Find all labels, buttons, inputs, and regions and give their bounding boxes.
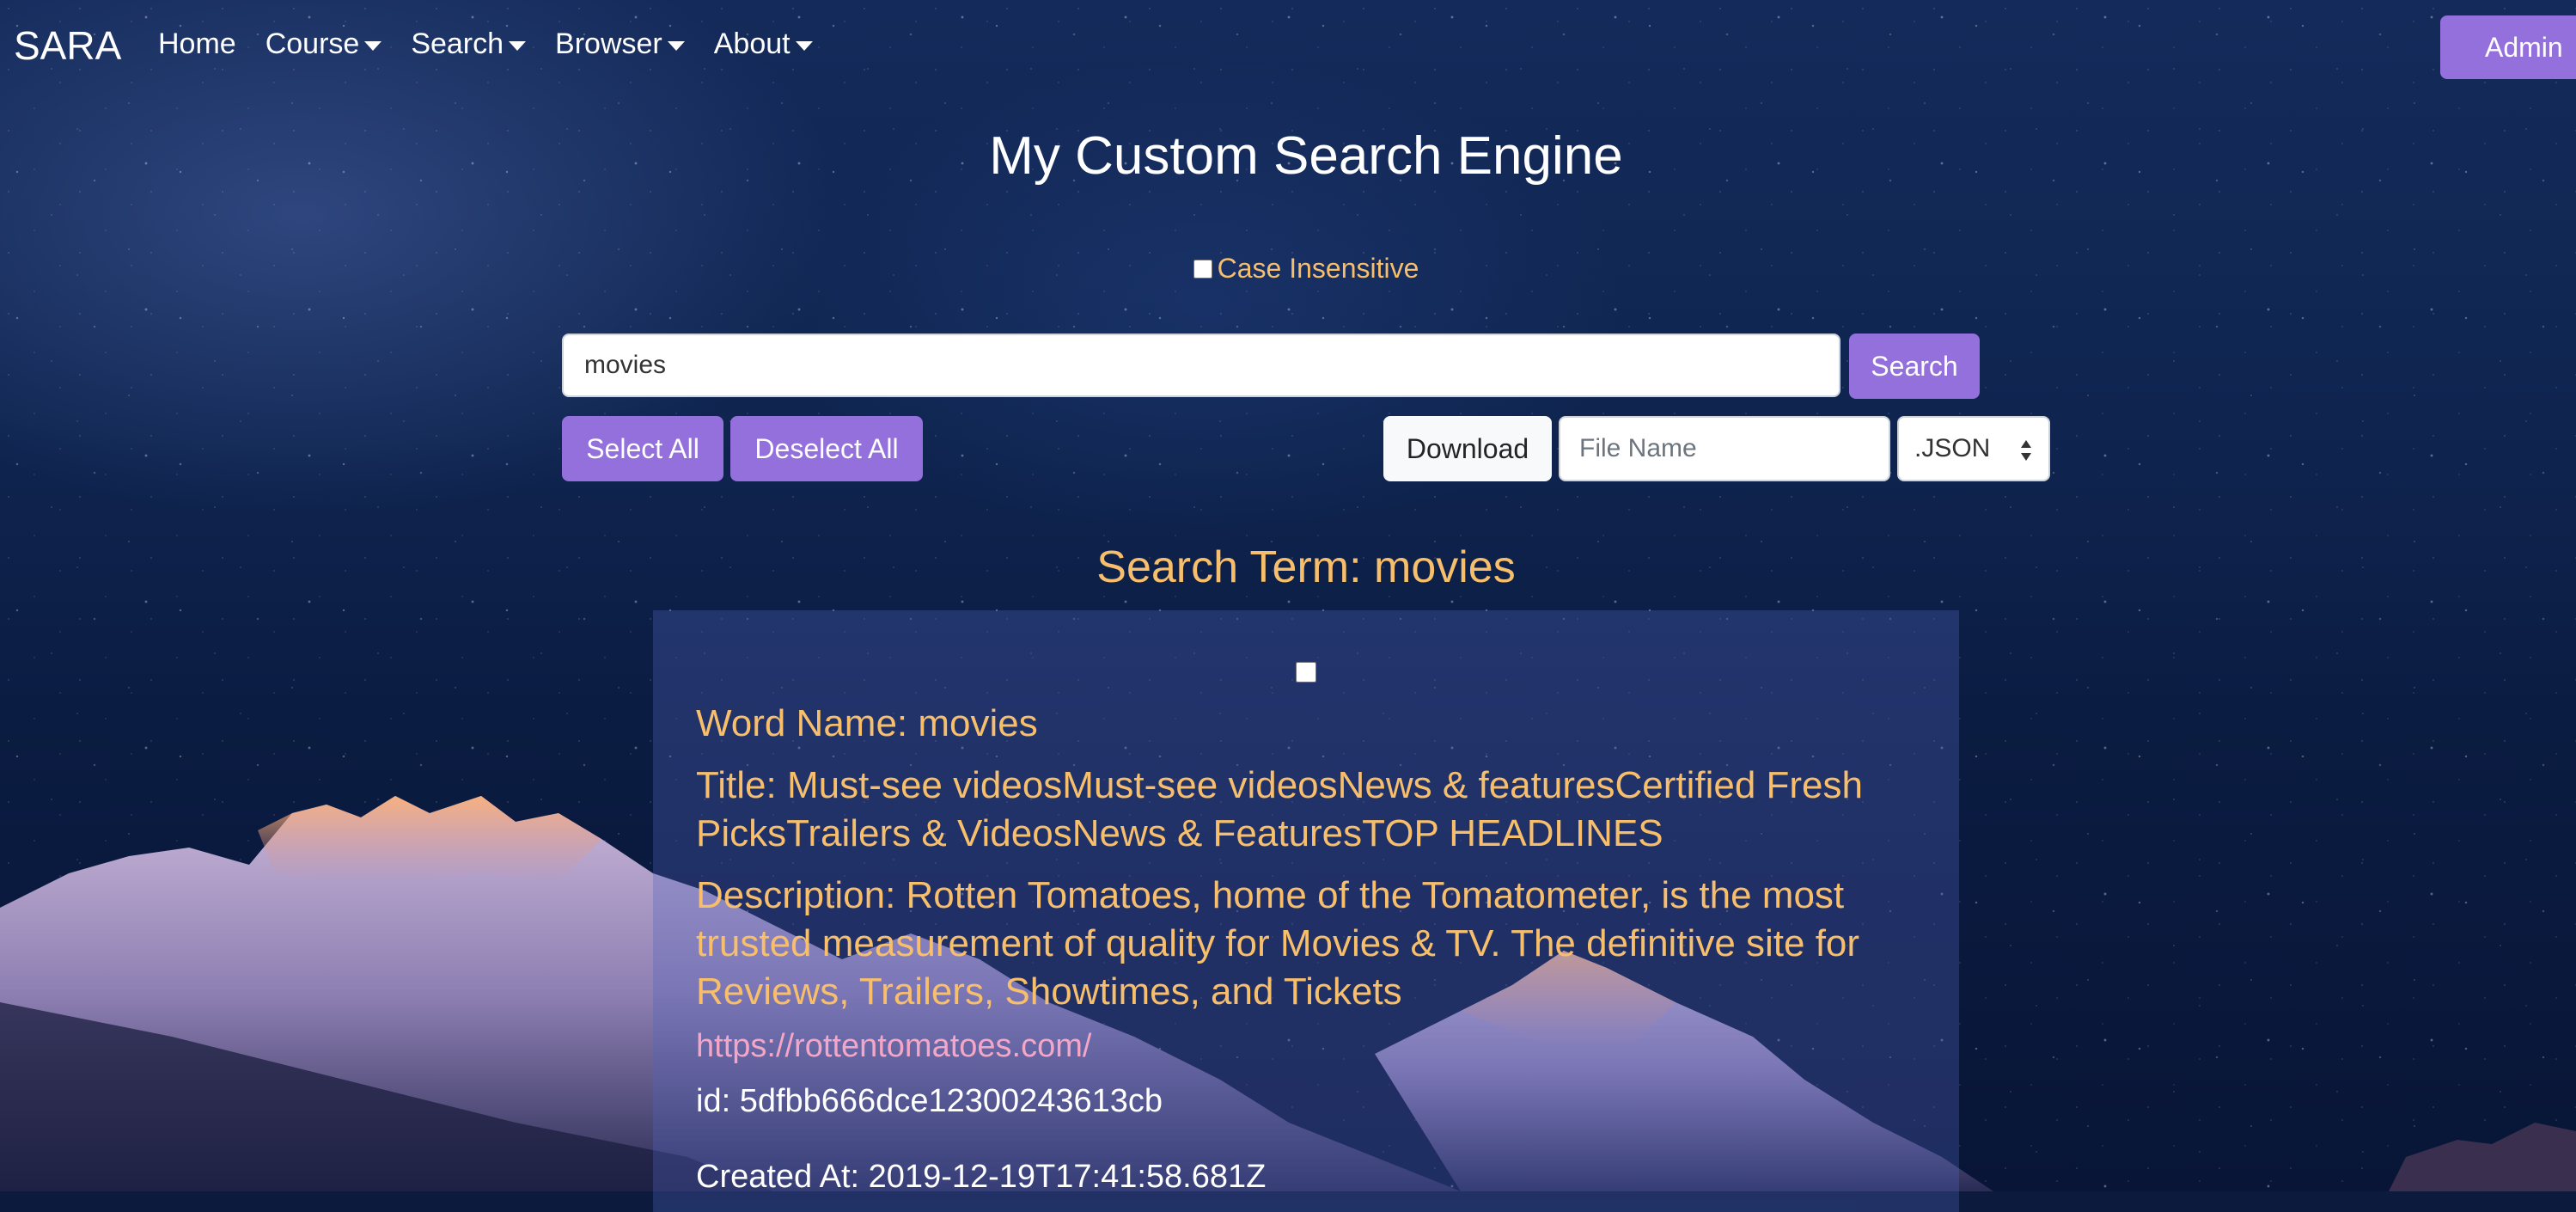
case-insensitive-label[interactable]: Case Insensitive — [1218, 253, 1419, 285]
deselect-all-button[interactable]: Deselect All — [730, 416, 923, 481]
case-insensitive-checkbox[interactable] — [1193, 259, 1212, 279]
main-content: My Custom Search Engine Case Insensitive… — [0, 0, 2576, 1212]
file-name-input[interactable] — [1559, 416, 1890, 481]
select-all-button[interactable]: Select All — [562, 416, 723, 481]
result-url-link[interactable]: https://rottentomatoes.com/ — [696, 1025, 1916, 1068]
file-format-select[interactable]: .JSON — [1897, 416, 2050, 481]
search-term-heading: Search Term: movies — [1096, 542, 1516, 592]
download-button[interactable]: Download — [1383, 416, 1552, 481]
select-updown-icon — [2021, 440, 2031, 461]
search-button[interactable]: Search — [1849, 334, 1980, 399]
result-created-at: Created At: 2019-12-19T17:41:58.681Z — [696, 1159, 1267, 1195]
result-word-name: Word Name: movies — [696, 702, 1038, 744]
page-title: My Custom Search Engine — [989, 126, 1623, 186]
result-card: Word Name: movies Title: Must-see videos… — [653, 610, 1959, 1212]
result-id: id: 5dfbb666dce12300243613cb — [696, 1083, 1163, 1119]
case-insensitive-option: Case Insensitive — [0, 253, 2576, 285]
result-select-checkbox[interactable] — [1296, 662, 1316, 683]
file-format-value: .JSON — [1914, 434, 1991, 462]
result-title: Title: Must-see videosMust-see videosNew… — [696, 764, 1863, 854]
search-input[interactable] — [562, 334, 1840, 397]
result-description: Description: Rotten Tomatoes, home of th… — [696, 874, 1860, 1013]
